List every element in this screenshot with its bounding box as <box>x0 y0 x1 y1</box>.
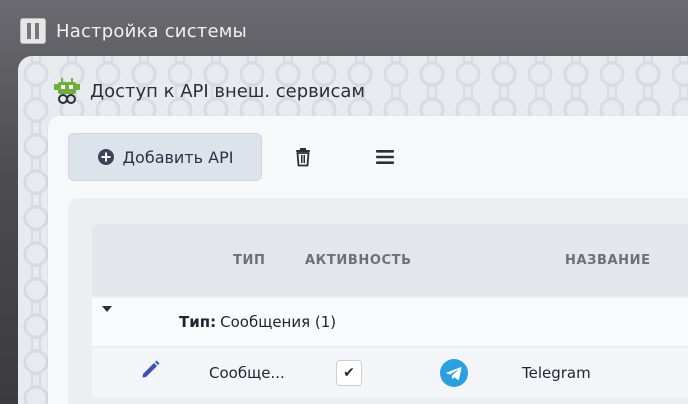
column-header-name[interactable]: НАЗВАНИЕ <box>565 224 651 296</box>
table-header: ТИП АКТИВНОСТЬ НАЗВАНИЕ <box>92 224 688 296</box>
toolbar: Добавить API <box>68 133 394 181</box>
robot-icon <box>54 78 80 104</box>
content-card: Добавить API ТИП АКТИВНОСТЬ НАЗВАНИЕ Тип… <box>48 116 688 404</box>
cell-type: Сообще... <box>209 364 285 382</box>
table-row[interactable]: Сообще... ✔ Telegram <box>92 348 688 398</box>
menu-icon <box>376 150 394 164</box>
panel-titlebar: Доступ к API внеш. сервисам <box>52 76 365 106</box>
trash-icon <box>296 148 310 167</box>
active-checkbox[interactable]: ✔ <box>336 360 362 386</box>
telegram-icon <box>440 359 468 387</box>
menu-button[interactable] <box>372 144 398 170</box>
window-title: Настройка системы <box>56 20 247 42</box>
group-row[interactable]: Тип: Сообщения (1) <box>92 298 688 346</box>
group-key: Тип: <box>179 313 217 331</box>
group-value: Сообщения (1) <box>220 313 337 331</box>
delete-button[interactable] <box>290 144 316 170</box>
window-titlebar: Настройка системы <box>20 14 247 48</box>
add-api-button[interactable]: Добавить API <box>68 133 262 181</box>
app-icon <box>20 18 46 44</box>
column-header-type[interactable]: ТИП <box>233 224 265 296</box>
api-table: ТИП АКТИВНОСТЬ НАЗВАНИЕ Тип: Сообщения (… <box>68 198 688 404</box>
panel-window: Доступ к API внеш. сервисам Добавить API <box>18 56 688 404</box>
group-label: Тип: Сообщения (1) <box>179 298 336 346</box>
panel-title: Доступ к API внеш. сервисам <box>90 80 365 102</box>
column-header-active[interactable]: АКТИВНОСТЬ <box>305 224 412 296</box>
check-icon: ✔ <box>343 365 355 381</box>
add-api-label: Добавить API <box>122 147 234 167</box>
plus-circle-icon <box>97 149 114 165</box>
pencil-icon[interactable] <box>140 358 162 380</box>
caret-down-icon[interactable] <box>102 306 112 312</box>
cell-name: Telegram <box>522 364 591 382</box>
